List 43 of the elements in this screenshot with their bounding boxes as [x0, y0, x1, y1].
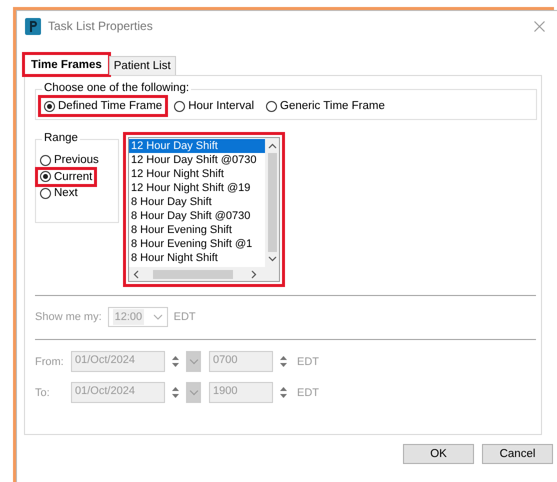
close-icon[interactable]: [534, 20, 545, 32]
radio-option[interactable]: Current: [37, 168, 96, 184]
list-item[interactable]: 8 Hour Evening Shift @1: [129, 237, 265, 251]
list-item[interactable]: 8 Hour Night Shift: [129, 251, 265, 265]
radio-option[interactable]: Generic Time Frame: [262, 97, 389, 115]
radio-icon[interactable]: [40, 188, 51, 198]
horizontal-scrollbar[interactable]: [129, 267, 279, 281]
radio-icon[interactable]: [174, 100, 186, 112]
timezone-label: EDT: [297, 356, 319, 368]
cancel-button[interactable]: Cancel: [482, 444, 553, 464]
group-legend: Choose one of the following:: [42, 82, 192, 94]
scroll-down-icon[interactable]: [268, 256, 276, 262]
group-legend: Range: [42, 132, 80, 144]
vertical-scrollbar[interactable]: [265, 138, 279, 267]
radio-icon[interactable]: [40, 171, 51, 182]
ok-button[interactable]: OK: [403, 444, 474, 464]
timezone-label: EDT: [174, 311, 196, 323]
field-label: To:: [35, 386, 51, 398]
radio-option[interactable]: Next: [37, 185, 81, 201]
list-item[interactable]: 12 Hour Night Shift: [129, 167, 265, 181]
list-item[interactable]: 8 Hour Evening Shift: [129, 223, 265, 237]
shift-list[interactable]: 12 Hour Day Shift 12 Hour Day Shift @0730 12 Hour Night Shift 12 Hour Night Shift @19 8 Hour Day Shift 8 Hour Day Shift @0730 8 Hour Evening Shift 8 Hour Evening Shift @1 8 Hour Night Shift: [128, 137, 280, 282]
timezone-label: EDT: [297, 386, 319, 398]
chevron-icon: [152, 314, 163, 320]
radio-option[interactable]: Hour Interval: [170, 97, 258, 115]
list-item[interactable]: 12 Hour Night Shift @19: [129, 181, 265, 195]
window-title: Task List Properties: [48, 19, 154, 33]
list-item[interactable]: 12 Hour Day Shift: [129, 139, 265, 153]
field-label: Show me my:: [35, 311, 102, 323]
scroll-up-icon[interactable]: [268, 143, 276, 149]
list-item[interactable]: 8 Hour Day Shift @0730: [129, 209, 265, 223]
scroll-right-icon[interactable]: [251, 270, 257, 278]
radio-option[interactable]: Defined Time Frame: [40, 97, 166, 115]
radio-icon[interactable]: [266, 100, 278, 112]
list-item[interactable]: 8 Hour Day Shift: [129, 195, 265, 209]
list-item[interactable]: 12 Hour Day Shift @0730: [129, 153, 265, 167]
radio-icon[interactable]: [40, 154, 51, 166]
scroll-left-icon[interactable]: [133, 270, 139, 278]
tab[interactable]: Patient List: [108, 56, 176, 75]
app-icon: [25, 18, 41, 34]
radio-option[interactable]: Previous: [37, 152, 102, 168]
radio-icon[interactable]: [44, 100, 55, 112]
field-label: From:: [35, 356, 65, 368]
